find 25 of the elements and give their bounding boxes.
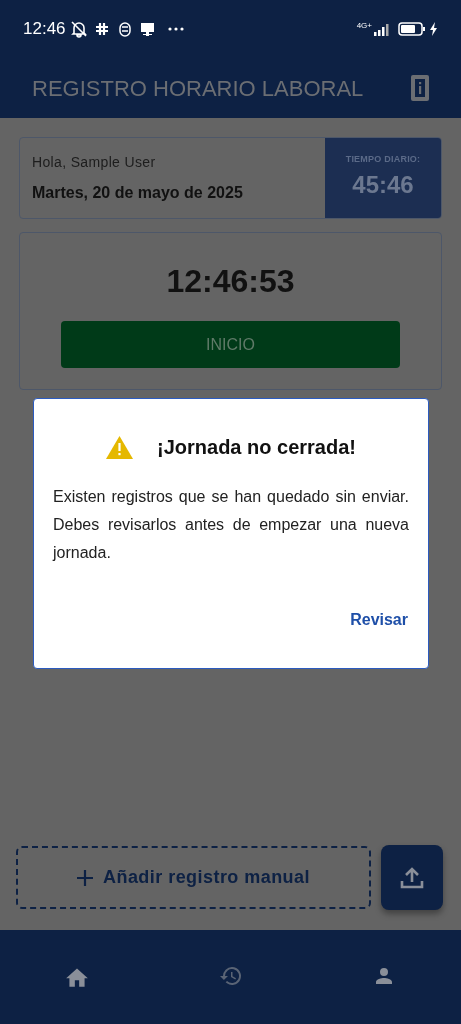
- daily-time-value: 45:46: [352, 169, 414, 200]
- dialog-title: ¡Jornada no cerrada!: [157, 435, 356, 460]
- app-title: REGISTRO HORARIO LABORAL: [32, 74, 364, 103]
- status-time: 12:46: [23, 18, 66, 41]
- upload-icon: [400, 866, 424, 889]
- plus-icon: [77, 869, 93, 886]
- charging-icon: [429, 22, 438, 36]
- greeting-text: Hola, Sample User: [32, 152, 157, 172]
- app-icon: [118, 21, 131, 37]
- upload-button[interactable]: [381, 845, 443, 910]
- daily-time-label: TIEMPO DIARIO:: [345, 153, 421, 167]
- dialog-message: Existen registros que se han quedado sin enviar. Debes revisarlos antes de empezar una nueva jornada.: [53, 487, 409, 563]
- hash-icon: [94, 22, 109, 36]
- more-icon: [167, 27, 184, 31]
- review-button[interactable]: Revisar: [338, 604, 420, 636]
- info-icon[interactable]: [411, 75, 429, 101]
- signal-icon: [373, 22, 391, 36]
- notifications-off-icon: [69, 20, 88, 38]
- start-button[interactable]: INICIO: [61, 321, 400, 368]
- clock-time: 12:46:53: [166, 262, 295, 301]
- warning-icon: [106, 435, 133, 459]
- network-type: 4G+: [356, 22, 372, 30]
- add-manual-entry-button[interactable]: Añadir registro manual: [16, 846, 371, 909]
- date-text: Martes, 20 de mayo de 2025: [32, 182, 244, 203]
- battery-icon: [398, 22, 426, 36]
